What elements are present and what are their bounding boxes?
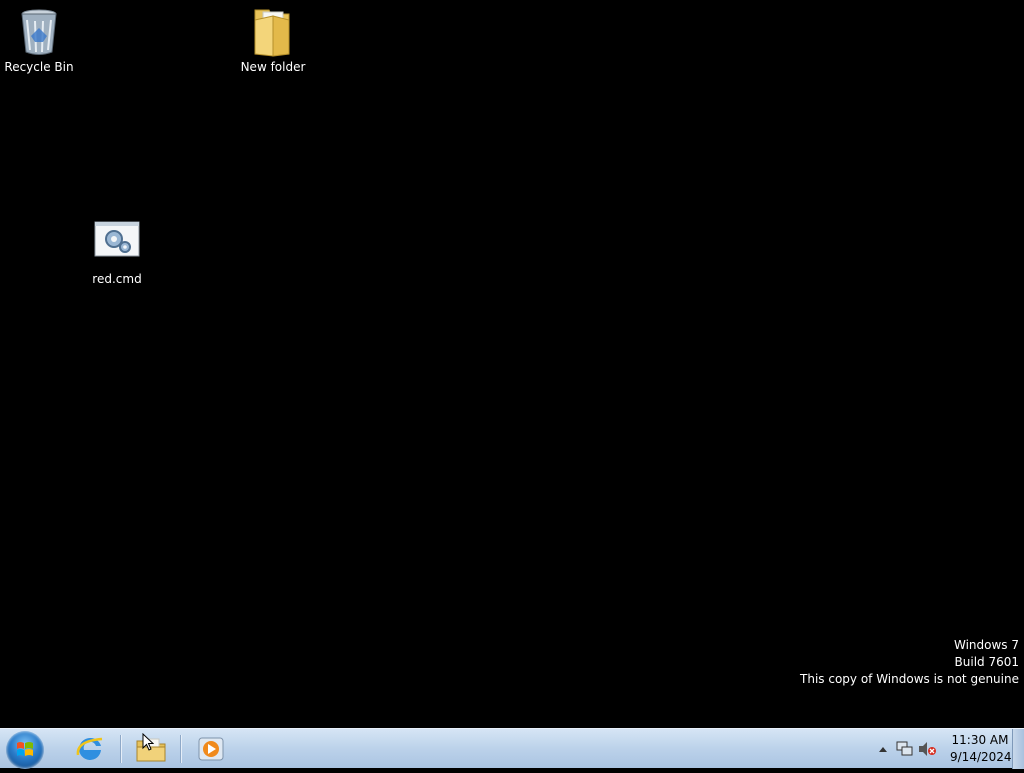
taskbar-media-player-button[interactable] bbox=[183, 730, 239, 768]
taskbar-clock[interactable]: 11:30 AM 9/14/2024 bbox=[950, 732, 1010, 766]
desktop-icon-label: New folder bbox=[234, 60, 312, 74]
watermark-line-version: Windows 7 bbox=[800, 637, 1019, 654]
desktop: Recycle Bin New folder red.cmd bbox=[0, 0, 1024, 728]
start-button[interactable] bbox=[6, 731, 44, 769]
internet-explorer-icon bbox=[74, 733, 106, 765]
desktop-icon-new-folder[interactable]: New folder bbox=[234, 6, 312, 74]
volume-tray-button[interactable] bbox=[916, 738, 938, 760]
mouse-cursor-icon bbox=[142, 733, 154, 751]
windows-watermark: Windows 7 Build 7601 This copy of Window… bbox=[800, 637, 1019, 688]
recycle-bin-icon bbox=[15, 6, 63, 58]
desktop-icon-label: red.cmd bbox=[78, 272, 156, 286]
system-tray: 11:30 AM 9/14/2024 bbox=[872, 729, 1010, 769]
taskbar-internet-explorer-button[interactable] bbox=[62, 730, 118, 768]
media-player-icon bbox=[196, 734, 226, 764]
desktop-icon-label: Recycle Bin bbox=[0, 60, 78, 74]
watermark-line-build: Build 7601 bbox=[800, 654, 1019, 671]
taskbar-separator bbox=[180, 735, 181, 763]
windows-logo-icon bbox=[6, 731, 44, 769]
clock-date: 9/14/2024 bbox=[950, 749, 1010, 766]
desktop-icon-red-cmd[interactable]: red.cmd bbox=[78, 218, 156, 286]
network-icon bbox=[896, 741, 914, 757]
network-tray-button[interactable] bbox=[894, 738, 916, 760]
show-desktop-button[interactable] bbox=[1012, 729, 1024, 769]
folder-icon bbox=[249, 6, 297, 58]
volume-muted-icon bbox=[917, 741, 937, 757]
watermark-line-genuine: This copy of Windows is not genuine bbox=[800, 671, 1019, 688]
clock-time: 11:30 AM bbox=[950, 732, 1010, 749]
chevron-up-icon bbox=[878, 745, 888, 753]
show-hidden-icons-button[interactable] bbox=[872, 738, 894, 760]
taskbar-separator bbox=[120, 735, 121, 763]
cmd-script-icon bbox=[93, 218, 141, 270]
desktop-icon-recycle-bin[interactable]: Recycle Bin bbox=[0, 6, 78, 74]
